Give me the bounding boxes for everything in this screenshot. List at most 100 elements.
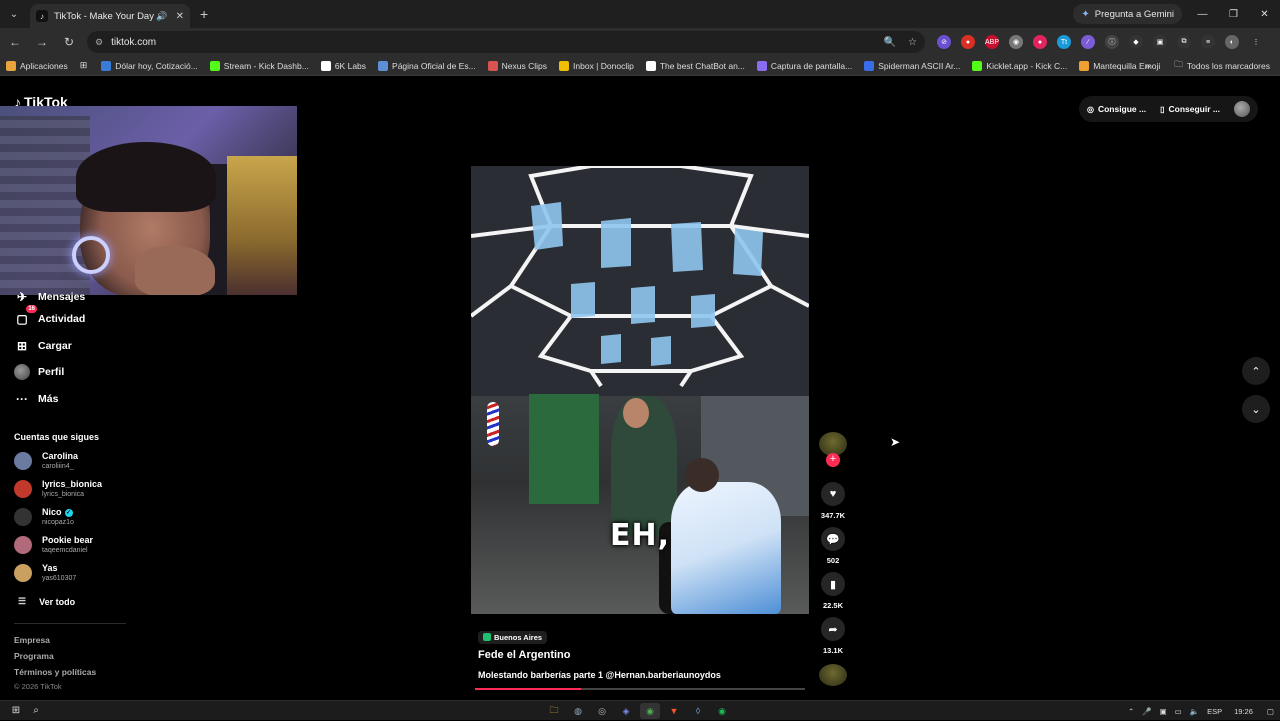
next-video-button[interactable]: ⌄ xyxy=(1242,395,1270,423)
extension-icon[interactable]: ∕ xyxy=(1081,35,1095,49)
bookmark-label: Nexus Clips xyxy=(501,60,548,71)
following-account[interactable]: Nico ✓ nicopaz1o xyxy=(14,507,74,527)
search-icon[interactable]: ⌕ xyxy=(26,705,46,716)
windows-taskbar: ⊞ ⌕ 🗀 ◍ ◎ ◈ ◉ ▼ ◊ ◉ ⌃ 🎤 ▣ ▭ 🔈 ESP 19:26 … xyxy=(0,700,1280,720)
clock[interactable]: 19:26 xyxy=(1234,707,1253,716)
back-button[interactable]: ← xyxy=(3,30,27,54)
nav-item-upload[interactable]: ⊞ Cargar xyxy=(14,333,85,360)
bookmark-item[interactable]: Dólar hoy, Cotizació... xyxy=(101,60,198,71)
steam-icon[interactable]: ◍ xyxy=(568,703,588,719)
extension-icon[interactable]: ▣ xyxy=(1153,35,1167,49)
extension-icon[interactable]: ● xyxy=(961,35,975,49)
bookmark-item[interactable]: Inbox | Donoclip xyxy=(559,60,634,71)
adblock-icon[interactable]: ABP xyxy=(985,35,999,49)
zoom-icon[interactable]: 🔍 xyxy=(884,37,896,48)
extension-icon[interactable]: ⓘ xyxy=(1105,35,1119,49)
bookmark-icon[interactable]: ▮ xyxy=(821,572,845,596)
browser-menu-icon[interactable]: ⋮ xyxy=(1249,35,1263,49)
reading-list-icon[interactable]: ≡ xyxy=(1201,35,1215,49)
bookmark-item[interactable]: Nexus Clips xyxy=(487,60,548,71)
like-heart-icon[interactable]: ♥ xyxy=(821,482,845,506)
video-player[interactable]: EH, xyxy=(471,166,809,614)
file-explorer-icon[interactable]: 🗀 xyxy=(544,703,564,719)
bookmark-favicon-icon xyxy=(209,60,220,71)
following-account[interactable]: Carolina caroliiin4_ xyxy=(14,451,78,471)
follow-plus-button[interactable]: + xyxy=(826,453,840,467)
user-avatar[interactable] xyxy=(1234,101,1250,117)
comment-icon[interactable]: 💬 xyxy=(821,527,845,551)
extension-icon[interactable]: Tt xyxy=(1057,35,1071,49)
reload-button[interactable]: ↻ xyxy=(57,30,81,54)
tab-close-icon[interactable]: ✕ xyxy=(176,11,184,22)
obs-icon[interactable]: ◎ xyxy=(592,703,612,719)
tab-search-icon[interactable]: ⌄ xyxy=(4,4,24,24)
footer-link-terms[interactable]: Términos y políticas xyxy=(14,667,96,677)
extensions-puzzle-icon[interactable]: ⧉ xyxy=(1177,35,1191,49)
nav-item-activity[interactable]: ▢ 16 Actividad xyxy=(14,305,85,333)
see-all-button[interactable]: ☰ Ver todo xyxy=(18,596,75,607)
bookmark-item[interactable]: 6K Labs xyxy=(320,60,366,71)
video-author[interactable]: Fede el Argentino xyxy=(478,649,571,661)
bookmark-item[interactable]: Stream - Kick Dashb... xyxy=(209,60,309,71)
app-icon[interactable]: ◊ xyxy=(688,703,708,719)
all-bookmarks-button[interactable]: Todos los marcadores xyxy=(1187,61,1270,71)
previous-video-button[interactable]: ⌃ xyxy=(1242,357,1270,385)
nav-item-messages[interactable]: ✈ Mensajes xyxy=(14,288,85,306)
site-info-icon[interactable]: ⚙ xyxy=(95,37,103,48)
extension-icon[interactable]: ◉ xyxy=(1009,35,1023,49)
inbox-icon: ▢ 16 xyxy=(16,305,37,327)
footer-link-company[interactable]: Empresa xyxy=(14,635,50,645)
following-account[interactable]: Pookie bear taqeemcdaniel xyxy=(14,535,93,555)
get-app-label: Conseguir ... xyxy=(1168,104,1220,114)
nav-item-more[interactable]: ··· Más xyxy=(14,386,85,413)
get-coins-button[interactable]: ◎ Consigue ... xyxy=(1087,104,1146,114)
windows-start-icon[interactable]: ⊞ xyxy=(6,705,26,716)
sidebar-divider xyxy=(14,623,126,624)
video-progress-fill xyxy=(475,688,581,690)
discord-icon[interactable]: ◈ xyxy=(616,703,636,719)
microphone-icon[interactable]: 🎤 xyxy=(1142,707,1151,716)
bookmark-item[interactable]: Página Oficial de Es... xyxy=(378,60,476,71)
following-account[interactable]: Yas yas610307 xyxy=(14,563,76,583)
extension-icon[interactable]: ● xyxy=(1033,35,1047,49)
brave-icon[interactable]: ▼ xyxy=(664,703,684,719)
tab-audio-icon[interactable]: 🔊 xyxy=(156,11,167,22)
get-app-button[interactable]: ▯ Conseguir ... xyxy=(1160,104,1220,114)
network-icon[interactable]: ▭ xyxy=(1175,707,1182,716)
bookmark-item[interactable]: Spiderman ASCII Ar... xyxy=(864,60,960,71)
bookmark-item[interactable]: Captura de pantalla... xyxy=(756,60,852,71)
account-avatar xyxy=(14,508,32,526)
forward-button[interactable]: → xyxy=(30,30,54,54)
bookmark-item[interactable]: The best ChatBot an... xyxy=(645,60,745,71)
video-progress-bar[interactable] xyxy=(475,688,805,690)
sound-disc-avatar[interactable] xyxy=(819,664,847,686)
new-tab-button[interactable]: + xyxy=(200,6,208,22)
tab-groups-icon[interactable]: ⊞ xyxy=(80,60,88,71)
nav-item-profile[interactable]: Perfil xyxy=(14,359,85,386)
browser-tab-active[interactable]: ♪ TikTok - Make Your Day 🔊 ✕ xyxy=(30,4,190,28)
bookmark-star-icon[interactable]: ☆ xyxy=(908,37,917,48)
minimize-button[interactable]: — xyxy=(1187,0,1218,28)
address-bar[interactable]: ⚙ tiktok.com 🔍 ☆ xyxy=(87,31,925,53)
location-tag[interactable]: Buenos Aires xyxy=(478,630,548,644)
restore-button[interactable]: ❐ xyxy=(1218,0,1249,28)
side-navigation: ✈ Mensajes ▢ 16 Actividad ⊞ Cargar Perfil… xyxy=(14,288,85,412)
footer-link-program[interactable]: Programa xyxy=(14,651,54,661)
extension-icon[interactable]: ◆ xyxy=(1129,35,1143,49)
extension-icon[interactable]: ⊘ xyxy=(937,35,951,49)
chrome-icon[interactable]: ◉ xyxy=(640,703,660,719)
profile-icon[interactable]: ◐ xyxy=(1225,35,1239,49)
following-account[interactable]: lyrics_bionica lyrics_bionica xyxy=(14,479,102,499)
bookmark-item[interactable]: Kicklet.app - Kick C... xyxy=(972,60,1067,71)
gemini-button[interactable]: ✦ Pregunta a Gemini xyxy=(1073,4,1182,24)
bookmark-apps[interactable]: Aplicaciones xyxy=(6,60,68,71)
notification-icon[interactable]: ▢ xyxy=(1267,707,1274,716)
more-bookmarks-icon[interactable]: » xyxy=(1145,61,1151,72)
close-window-button[interactable]: ✕ xyxy=(1249,0,1280,28)
spotify-icon[interactable]: ◉ xyxy=(712,703,732,719)
tray-app-icon[interactable]: ▣ xyxy=(1160,707,1167,716)
tray-expand-icon[interactable]: ⌃ xyxy=(1128,707,1134,716)
share-arrow-icon[interactable]: ➦ xyxy=(821,617,845,641)
language-indicator[interactable]: ESP xyxy=(1207,707,1222,716)
speaker-icon[interactable]: 🔈 xyxy=(1190,707,1199,716)
